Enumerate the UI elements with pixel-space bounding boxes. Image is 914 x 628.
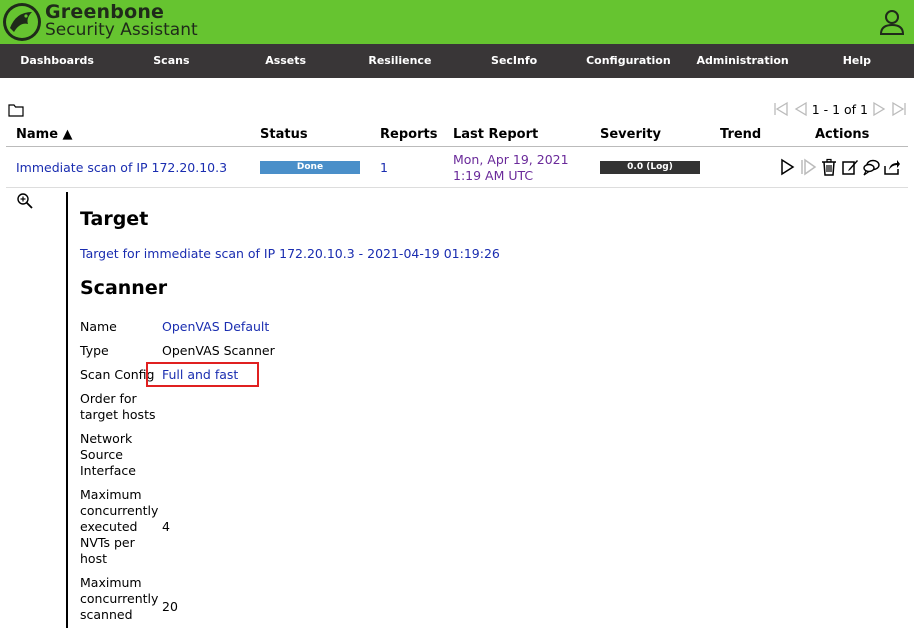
header-divider: [6, 146, 908, 147]
target-link[interactable]: Target for immediate scan of IP 172.20.1…: [80, 246, 500, 261]
export-icon[interactable]: [883, 158, 901, 176]
max-hosts-value: 20: [162, 599, 178, 614]
last-page-icon[interactable]: [890, 101, 908, 117]
column-header-reports[interactable]: Reports: [380, 127, 437, 142]
nsi-label-3: Interface: [80, 463, 136, 478]
folder-icon[interactable]: [8, 103, 24, 117]
start-icon[interactable]: [778, 158, 796, 176]
previous-page-icon[interactable]: [792, 101, 810, 117]
max-nvts-label-1: Maximum: [80, 487, 142, 502]
max-nvts-label-4: NVTs per: [80, 535, 135, 550]
max-nvts-label-3: executed: [80, 519, 138, 534]
pagination: 1 - 1 of 1: [772, 101, 908, 117]
column-header-last-report[interactable]: Last Report: [453, 127, 538, 142]
target-heading: Target: [80, 208, 149, 230]
next-page-icon[interactable]: [870, 101, 888, 117]
zoom-in-icon[interactable]: [16, 192, 34, 210]
severity-bar: 0.0 (Log): [600, 161, 700, 174]
app-header: Greenbone Security Assistant: [0, 0, 914, 44]
resume-icon[interactable]: [799, 158, 817, 176]
scanner-type-value: OpenVAS Scanner: [162, 343, 275, 358]
nav-resilience[interactable]: Resilience: [343, 44, 457, 78]
max-hosts-label-3: scanned: [80, 607, 133, 622]
row-divider: [6, 187, 908, 188]
column-header-status[interactable]: Status: [260, 127, 308, 142]
order-label-2: target hosts: [80, 407, 156, 422]
reports-count-link[interactable]: 1: [380, 160, 388, 175]
scanner-heading: Scanner: [80, 277, 168, 299]
max-hosts-label-2: concurrently: [80, 591, 159, 606]
task-name-link[interactable]: Immediate scan of IP 172.20.10.3: [16, 160, 227, 175]
order-label-1: Order for: [80, 391, 137, 406]
nav-administration[interactable]: Administration: [686, 44, 800, 78]
nav-assets[interactable]: Assets: [229, 44, 343, 78]
max-nvts-label-5: host: [80, 551, 107, 566]
nav-scans[interactable]: Scans: [114, 44, 228, 78]
row-actions: [778, 158, 901, 176]
column-header-severity[interactable]: Severity: [600, 127, 661, 142]
pager-text: 1 - 1 of 1: [811, 101, 868, 117]
edit-icon[interactable]: [841, 158, 859, 176]
max-nvts-value: 4: [162, 519, 170, 534]
first-page-icon[interactable]: [772, 101, 790, 117]
column-header-trend: Trend: [720, 127, 762, 142]
nav-configuration[interactable]: Configuration: [571, 44, 685, 78]
max-hosts-label-1: Maximum: [80, 575, 142, 590]
max-nvts-label-2: concurrently: [80, 503, 159, 518]
scan-config-label: Scan Config: [80, 367, 155, 382]
scanner-name-link[interactable]: OpenVAS Default: [162, 319, 269, 335]
clone-icon[interactable]: [862, 158, 880, 176]
greenbone-logo-icon[interactable]: [2, 2, 42, 42]
status-progress-bar[interactable]: Done: [260, 161, 360, 174]
main-nav: Dashboards Scans Assets Resilience SecIn…: [0, 44, 914, 78]
nsi-label-2: Source: [80, 447, 123, 462]
highlight-box: [146, 362, 259, 387]
brand-subtitle: Security Assistant: [45, 20, 198, 40]
column-header-actions: Actions: [815, 127, 870, 142]
last-report-date-link[interactable]: Mon, Apr 19, 2021: [453, 152, 569, 167]
nav-help[interactable]: Help: [800, 44, 914, 78]
details-left-border: [66, 192, 68, 628]
trashcan-icon[interactable]: [820, 158, 838, 176]
scanner-type-label: Type: [80, 343, 109, 358]
nsi-label-1: Network: [80, 431, 133, 446]
scanner-name-label: Name: [80, 319, 117, 334]
nav-dashboards[interactable]: Dashboards: [0, 44, 114, 78]
last-report-time-link[interactable]: 1:19 AM UTC: [453, 168, 533, 183]
user-icon[interactable]: [878, 8, 906, 36]
column-header-name[interactable]: Name ▲: [16, 127, 73, 142]
nav-secinfo[interactable]: SecInfo: [457, 44, 571, 78]
